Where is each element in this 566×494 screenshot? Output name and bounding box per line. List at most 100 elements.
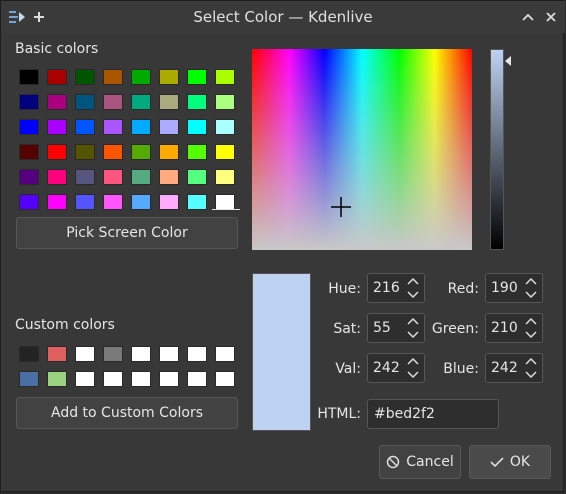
sat-spinbox[interactable]: 55 — [367, 313, 425, 343]
basic-color-swatch[interactable] — [47, 144, 67, 160]
basic-color-swatch[interactable] — [19, 94, 39, 110]
green-label: Green: — [431, 321, 479, 337]
red-label: Red: — [447, 281, 479, 297]
custom-color-swatch[interactable] — [131, 371, 151, 387]
basic-color-swatch[interactable] — [75, 169, 95, 185]
basic-color-swatch[interactable] — [47, 69, 67, 85]
basic-color-swatch[interactable] — [19, 144, 39, 160]
spin-arrows-icon[interactable] — [406, 316, 420, 340]
basic-color-swatch[interactable] — [103, 69, 123, 85]
basic-color-swatch[interactable] — [75, 119, 95, 135]
add-to-custom-colors-button[interactable]: Add to Custom Colors — [16, 397, 238, 429]
basic-color-swatch[interactable] — [19, 69, 39, 85]
basic-color-swatch[interactable] — [159, 69, 179, 85]
basic-color-swatch[interactable] — [131, 94, 151, 110]
custom-color-swatch[interactable] — [187, 346, 207, 362]
custom-color-swatch[interactable] — [19, 371, 39, 387]
spin-arrows-icon[interactable] — [524, 316, 538, 340]
blue-value: 242 — [491, 360, 518, 376]
basic-color-swatch[interactable] — [159, 94, 179, 110]
ok-button[interactable]: OK — [469, 445, 551, 479]
basic-color-swatch[interactable] — [215, 194, 235, 210]
sat-label: Sat: — [333, 321, 361, 337]
custom-colors-label: Custom colors — [15, 317, 115, 333]
basic-color-swatch[interactable] — [215, 119, 235, 135]
basic-color-swatch[interactable] — [47, 194, 67, 210]
basic-color-swatch[interactable] — [103, 194, 123, 210]
basic-color-swatch[interactable] — [131, 169, 151, 185]
blue-label: Blue: — [443, 361, 479, 377]
basic-color-swatch[interactable] — [47, 169, 67, 185]
basic-color-swatch[interactable] — [187, 144, 207, 160]
html-label: HTML: — [317, 406, 361, 422]
custom-color-swatch[interactable] — [47, 346, 67, 362]
custom-color-swatch[interactable] — [103, 346, 123, 362]
custom-color-swatch[interactable] — [75, 346, 95, 362]
basic-color-swatch[interactable] — [75, 194, 95, 210]
custom-color-swatch[interactable] — [19, 346, 39, 362]
slider-handle-icon[interactable] — [504, 56, 512, 66]
spin-arrows-icon[interactable] — [406, 356, 420, 380]
basic-color-swatch[interactable] — [47, 119, 67, 135]
cancel-icon — [387, 455, 400, 469]
custom-color-swatch[interactable] — [47, 371, 67, 387]
custom-color-swatch[interactable] — [131, 346, 151, 362]
val-spinbox[interactable]: 242 — [367, 353, 425, 383]
sat-value: 55 — [373, 320, 391, 336]
html-input[interactable]: #bed2f2 — [367, 399, 499, 429]
custom-color-swatch[interactable] — [159, 371, 179, 387]
basic-color-swatch[interactable] — [215, 169, 235, 185]
red-spinbox[interactable]: 190 — [485, 273, 543, 303]
chevron-up-icon[interactable] — [518, 7, 538, 27]
spin-arrows-icon[interactable] — [524, 276, 538, 300]
value-slider[interactable] — [490, 49, 504, 250]
green-spinbox[interactable]: 210 — [485, 313, 543, 343]
green-value: 210 — [491, 320, 518, 336]
basic-color-swatch[interactable] — [47, 94, 67, 110]
basic-color-swatch[interactable] — [131, 119, 151, 135]
basic-color-swatch[interactable] — [159, 194, 179, 210]
custom-color-swatch[interactable] — [215, 346, 235, 362]
basic-color-swatch[interactable] — [103, 169, 123, 185]
custom-color-swatch[interactable] — [75, 371, 95, 387]
basic-color-swatch[interactable] — [131, 69, 151, 85]
basic-color-swatch[interactable] — [159, 144, 179, 160]
blue-spinbox[interactable]: 242 — [485, 353, 543, 383]
basic-color-swatch[interactable] — [159, 169, 179, 185]
hue-spinbox[interactable]: 216 — [367, 273, 425, 303]
basic-color-swatch[interactable] — [103, 94, 123, 110]
basic-color-swatch[interactable] — [75, 69, 95, 85]
basic-color-swatch[interactable] — [19, 169, 39, 185]
crosshair-icon — [331, 197, 351, 217]
custom-color-swatch[interactable] — [159, 346, 179, 362]
basic-color-swatch[interactable] — [103, 144, 123, 160]
basic-color-swatch[interactable] — [215, 94, 235, 110]
select-color-dialog: Select Color — Kdenlive Basic colors Pic… — [0, 0, 565, 492]
basic-color-swatch[interactable] — [131, 144, 151, 160]
basic-color-swatch[interactable] — [187, 69, 207, 85]
basic-color-swatch[interactable] — [187, 169, 207, 185]
basic-color-swatch[interactable] — [215, 69, 235, 85]
close-icon[interactable] — [541, 7, 561, 27]
basic-color-swatch[interactable] — [187, 94, 207, 110]
basic-color-swatch[interactable] — [159, 119, 179, 135]
pick-screen-color-button[interactable]: Pick Screen Color — [16, 217, 238, 249]
custom-color-swatch[interactable] — [215, 371, 235, 387]
custom-color-swatch[interactable] — [103, 371, 123, 387]
basic-color-swatch[interactable] — [187, 119, 207, 135]
window-title: Select Color — Kdenlive — [193, 8, 373, 26]
basic-color-swatch[interactable] — [75, 94, 95, 110]
basic-color-swatch[interactable] — [19, 119, 39, 135]
basic-color-swatch[interactable] — [131, 194, 151, 210]
basic-color-swatch[interactable] — [187, 194, 207, 210]
basic-color-swatch[interactable] — [215, 144, 235, 160]
color-spectrum-picker[interactable] — [252, 49, 472, 250]
cancel-button[interactable]: Cancel — [379, 445, 461, 479]
custom-color-swatch[interactable] — [187, 371, 207, 387]
basic-colors-label: Basic colors — [15, 41, 99, 57]
spin-arrows-icon[interactable] — [406, 276, 420, 300]
basic-color-swatch[interactable] — [75, 144, 95, 160]
basic-color-swatch[interactable] — [19, 194, 39, 210]
spin-arrows-icon[interactable] — [524, 356, 538, 380]
basic-color-swatch[interactable] — [103, 119, 123, 135]
